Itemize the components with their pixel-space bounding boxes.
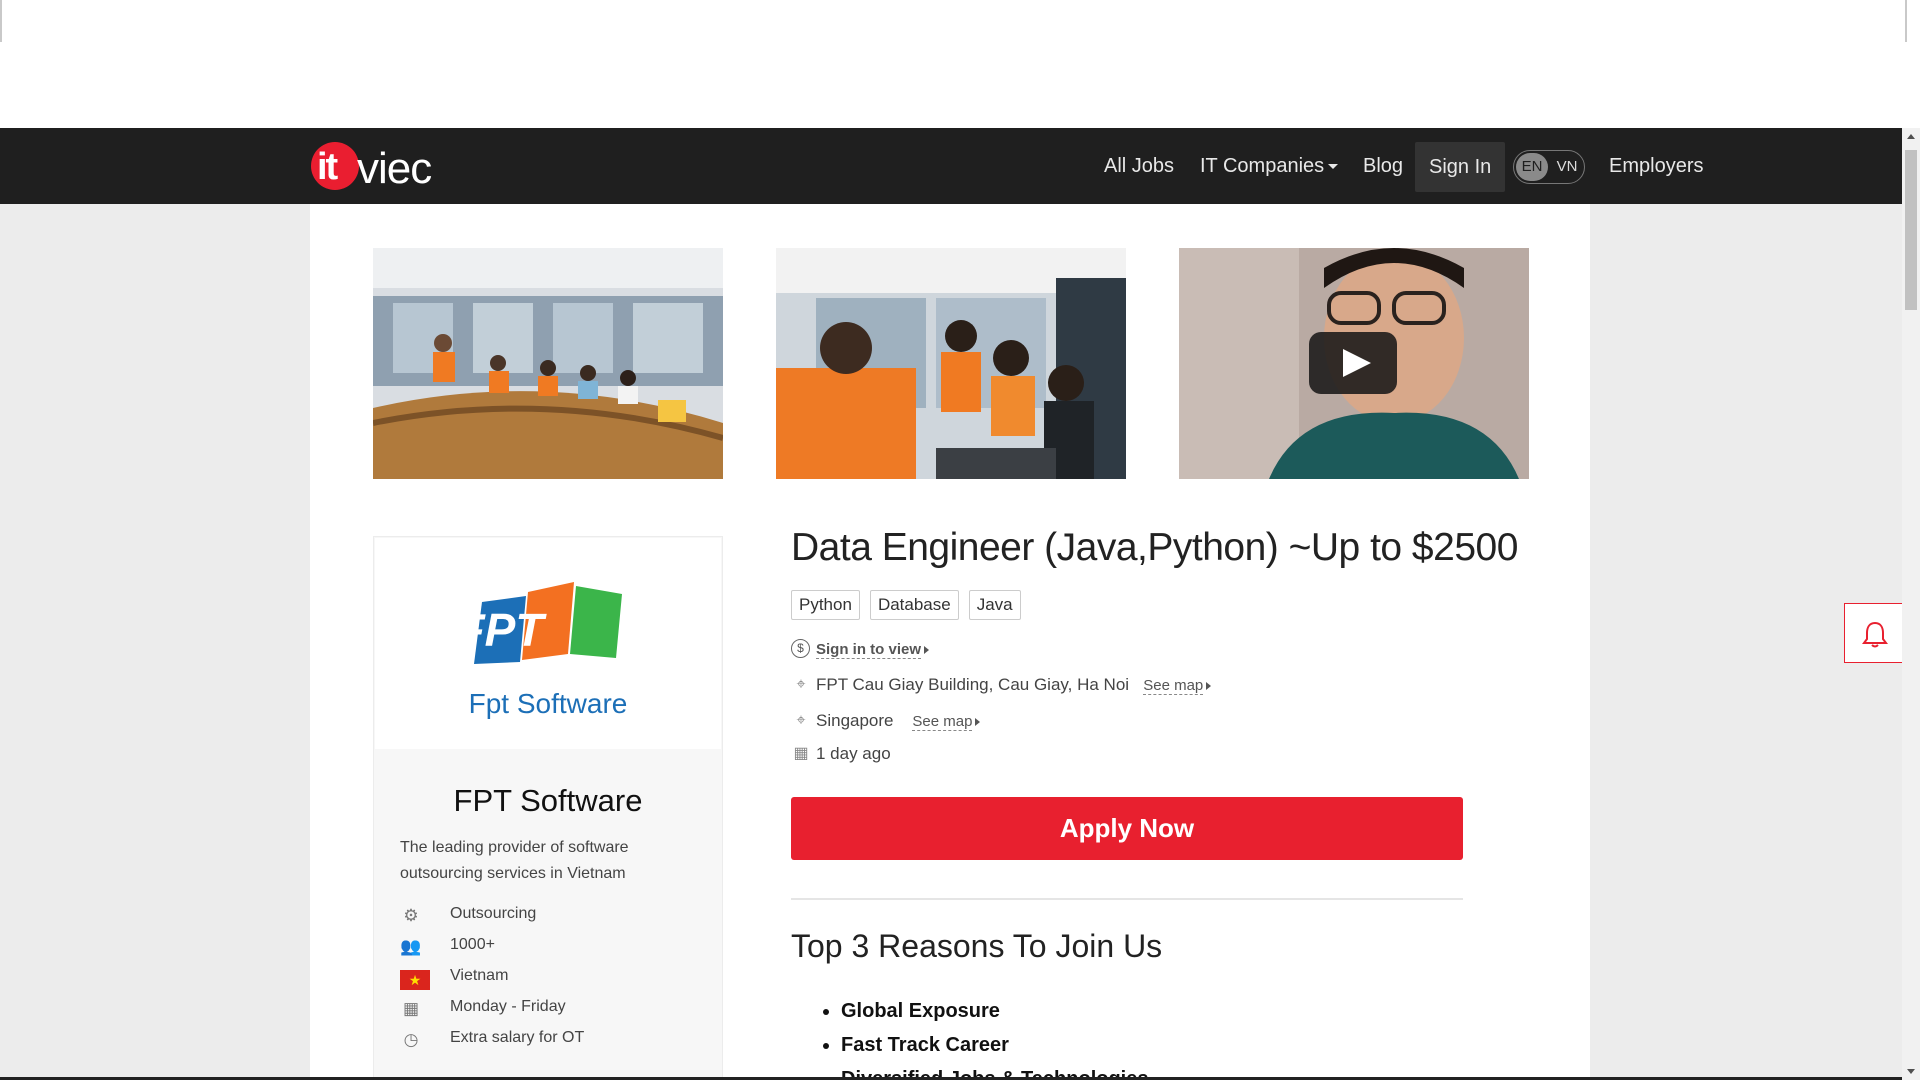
company-country-row: Vietnam: [400, 965, 700, 996]
play-video-button[interactable]: [1309, 332, 1397, 394]
nav-sign-in[interactable]: Sign In: [1415, 142, 1506, 192]
company-size: 1000+: [450, 936, 495, 953]
lang-vn-option[interactable]: VN: [1552, 153, 1582, 181]
reasons-title: Top 3 Reasons To Join Us: [791, 928, 1163, 964]
address-2-wrap: Singapore See map: [816, 711, 981, 731]
caret-right-icon: [1206, 682, 1212, 690]
bell-icon: [1862, 621, 1888, 648]
users-icon: 👥: [400, 937, 422, 956]
nav-employers[interactable]: Employers: [1609, 128, 1703, 204]
company-size-row: 👥 1000+: [400, 934, 700, 965]
apply-now-button[interactable]: Apply Now: [791, 797, 1463, 860]
nav-it-companies[interactable]: IT Companies: [1200, 128, 1339, 204]
calendar-icon: ▦: [402, 999, 420, 1018]
company-info-card: FPT Fpt Software FPT Software The leadin…: [373, 536, 723, 1080]
gallery-photo-office[interactable]: [373, 248, 723, 479]
company-workdays-row: ▦ Monday - Friday: [400, 996, 700, 1027]
company-logo[interactable]: FPT Fpt Software: [375, 538, 721, 749]
logo-it-text: it: [317, 146, 338, 188]
company-description: The leading provider of software outsour…: [400, 839, 629, 882]
nav-blog[interactable]: Blog: [1363, 128, 1403, 204]
see-map-link-1[interactable]: See map: [1143, 677, 1204, 695]
clock-icon: ◷: [403, 1030, 419, 1049]
reasons-list: Global Exposure Fast Track Career Divers…: [841, 998, 1148, 1080]
section-divider: [791, 898, 1463, 900]
caret-right-icon: [924, 646, 930, 654]
dollar-icon: $: [791, 639, 810, 658]
salary-sign-in-link[interactable]: Sign in to view: [816, 639, 930, 659]
job-skill-tags: Python Database Java: [791, 590, 1031, 620]
nav-all-jobs[interactable]: All Jobs: [1104, 128, 1174, 204]
location-pin-icon: ⌖: [796, 676, 806, 693]
top-navbar: it viec All Jobs IT Companies Blog Sign …: [0, 128, 1902, 204]
reason-item: Global Exposure: [841, 998, 1148, 1032]
skill-tag[interactable]: Database: [869, 590, 959, 620]
chevron-down-icon: [1328, 164, 1339, 170]
company-overtime-row: ◷ Extra salary for OT: [400, 1027, 700, 1058]
window-edge-right: [1905, 0, 1907, 42]
caret-right-icon: [975, 718, 981, 726]
company-logo-subtitle: Fpt Software: [468, 688, 628, 719]
scroll-up-arrow-icon[interactable]: [1907, 134, 1915, 139]
fpt-logo-icon: FPT: [470, 582, 622, 664]
nav-it-companies-label: IT Companies: [1200, 155, 1325, 177]
logo-viec-text: viec: [357, 144, 432, 193]
language-toggle[interactable]: EN VN: [1513, 150, 1585, 184]
lang-en-option[interactable]: EN: [1516, 153, 1548, 181]
company-meta-list: ⚙ Outsourcing 👥 1000+ Vietnam ▦ Monday -…: [400, 903, 700, 1058]
vietnam-flag-icon: [400, 970, 430, 990]
see-map-link-2[interactable]: See map: [912, 713, 973, 731]
calendar-icon: ▦: [793, 745, 809, 762]
job-posted-time: 1 day ago: [816, 744, 891, 763]
job-alert-button[interactable]: [1844, 603, 1902, 663]
company-country: Vietnam: [450, 967, 509, 984]
reason-item: Fast Track Career: [841, 1032, 1148, 1066]
company-type-row: ⚙ Outsourcing: [400, 903, 700, 934]
skill-tag[interactable]: Java: [968, 590, 1021, 620]
company-type: Outsourcing: [450, 905, 537, 922]
team-photo-image: [776, 248, 1126, 479]
job-title: Data Engineer (Java,Python) ~Up to $2500: [791, 526, 1518, 569]
gallery-video-thumbnail[interactable]: [1179, 248, 1529, 479]
itviec-logo[interactable]: it viec: [311, 142, 451, 193]
scrollbar-thumb[interactable]: [1905, 150, 1917, 310]
job-address-2: Singapore: [816, 711, 894, 730]
company-overtime: Extra salary for OT: [450, 1029, 585, 1046]
job-address-1: FPT Cau Giay Building, Cau Giay, Ha Noi: [816, 675, 1130, 694]
company-working-days: Monday - Friday: [450, 998, 566, 1015]
location-pin-icon: ⌖: [796, 712, 806, 729]
company-name[interactable]: FPT Software: [374, 783, 722, 819]
top-blank-area: [0, 0, 1920, 128]
sign-in-to-view-link[interactable]: Sign in to view: [816, 641, 922, 659]
fpt-letter-f: FPT: [470, 604, 547, 656]
scroll-down-arrow-icon[interactable]: [1907, 1069, 1915, 1074]
vertical-scrollbar[interactable]: [1902, 128, 1920, 1080]
skill-tag[interactable]: Python: [791, 590, 860, 620]
gallery-photo-team[interactable]: [776, 248, 1126, 479]
window-edge-left: [0, 0, 2, 42]
gear-icon: ⚙: [403, 906, 419, 925]
address-1-wrap: FPT Cau Giay Building, Cau Giay, Ha Noi …: [816, 675, 1212, 695]
office-photo-image: [373, 248, 723, 479]
